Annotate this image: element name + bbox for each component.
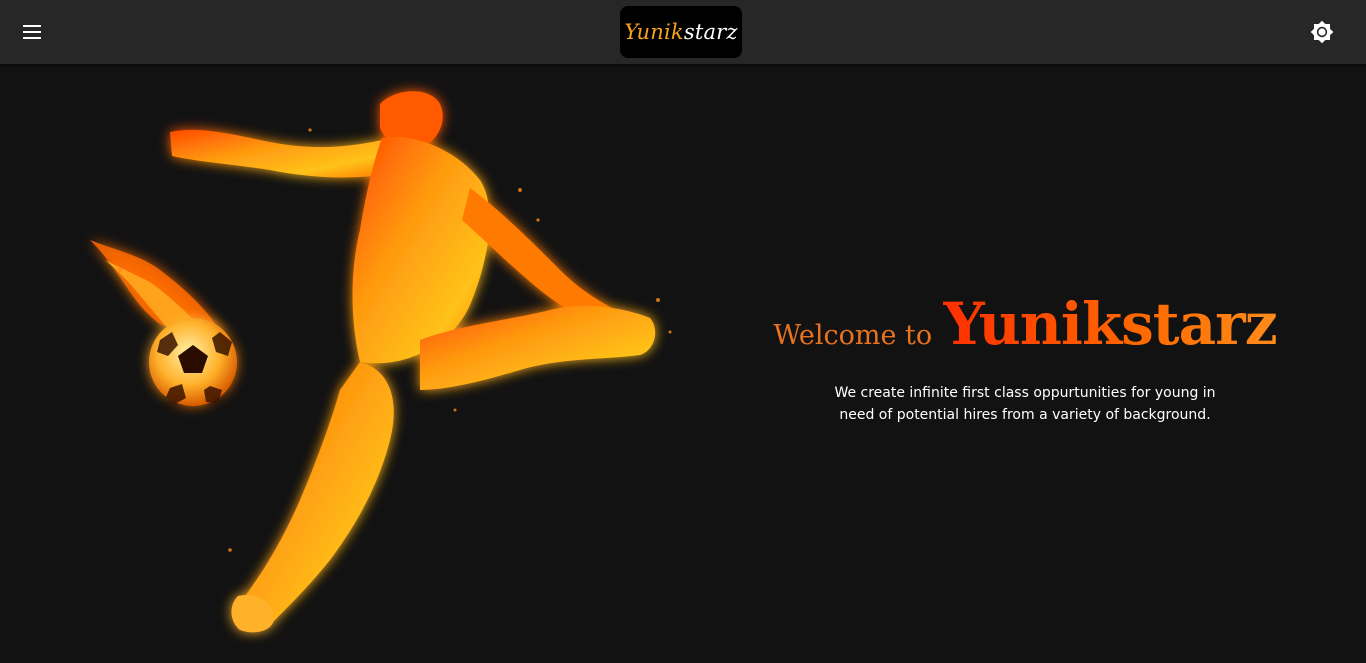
menu-button[interactable] [12,12,52,52]
welcome-section: Welcome to Yunikstarz We create infinite… [760,290,1290,426]
top-app-bar: Yunik starz [0,0,1366,64]
hero-image [90,91,672,633]
logo-text-part1: Yunik [624,20,684,44]
hamburger-menu-icon [23,25,41,39]
soccer-ball [149,318,237,406]
welcome-heading: Welcome to Yunikstarz [760,290,1290,358]
player-silhouette [170,91,656,633]
logo-text-part2: starz [683,20,738,44]
brightness-icon [1310,20,1334,44]
theme-toggle-button[interactable] [1302,12,1342,52]
brand-logo[interactable]: Yunik starz [620,6,742,58]
welcome-prefix: Welcome to [773,320,933,351]
tagline-text: We create infinite first class oppurtuni… [834,385,1216,423]
welcome-brand-name: Yunikstarz [943,290,1277,358]
